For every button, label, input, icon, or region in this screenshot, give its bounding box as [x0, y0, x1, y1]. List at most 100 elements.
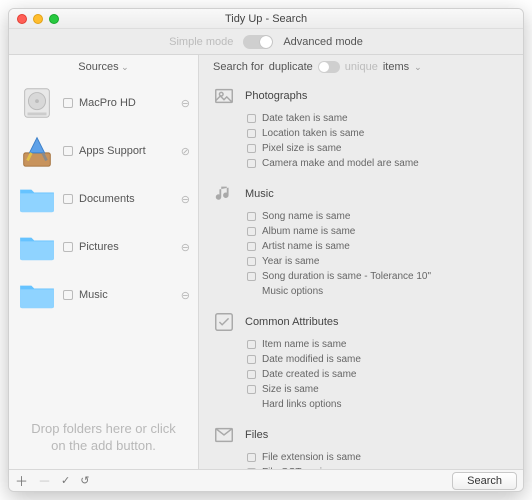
source-checkbox[interactable] [63, 98, 73, 108]
option-label: Hard links options [262, 399, 341, 410]
sources-list: MacPro HD⊖Apps Support⊘Documents⊖Picture… [9, 79, 198, 407]
option-label: Camera make and model are same [262, 158, 419, 169]
source-checkbox[interactable] [63, 194, 73, 204]
close-icon[interactable] [17, 14, 27, 24]
disclosure-icon[interactable]: ⊖ [181, 289, 190, 302]
source-item[interactable]: Documents⊖ [9, 175, 198, 223]
option-checkbox[interactable] [247, 340, 256, 349]
add-button[interactable]: ＋ [15, 471, 28, 490]
advanced-mode-label[interactable]: Advanced mode [283, 36, 363, 48]
option-checkbox[interactable] [247, 272, 256, 281]
criteria-option[interactable]: Size is same [247, 382, 523, 397]
search-for-line: Search for duplicate unique items ⌄ [199, 55, 523, 79]
criteria-option[interactable]: Date modified is same [247, 352, 523, 367]
option-checkbox[interactable] [247, 257, 256, 266]
file-icon [213, 424, 235, 446]
folder-icon [17, 275, 57, 315]
option-label: Size is same [262, 384, 319, 395]
option-label: Year is same [262, 256, 319, 267]
source-item[interactable]: MacPro HD⊖ [9, 79, 198, 127]
criteria-option[interactable]: Artist name is same [247, 239, 523, 254]
disclosure-icon[interactable]: ⊖ [181, 241, 190, 254]
criteria-option[interactable]: Year is same [247, 254, 523, 269]
option-checkbox[interactable] [247, 114, 256, 123]
folder-icon [17, 179, 57, 219]
remove-button[interactable]: － [38, 471, 51, 490]
app-window: Tidy Up - Search Simple mode Advanced mo… [8, 8, 524, 492]
option-label: Location taken is same [262, 128, 364, 139]
disclosure-icon[interactable]: ⊘ [181, 145, 190, 158]
option-label: Album name is same [262, 226, 355, 237]
option-label: File extension is same [262, 452, 361, 463]
mode-toggle[interactable] [243, 35, 273, 49]
option-checkbox[interactable] [247, 385, 256, 394]
drop-hint: Drop folders here or click on the add bu… [9, 407, 198, 469]
option-checkbox[interactable] [247, 129, 256, 138]
simple-mode-label[interactable]: Simple mode [169, 36, 233, 48]
option-checkbox[interactable] [247, 355, 256, 364]
option-label: Date created is same [262, 369, 357, 380]
search-button[interactable]: Search [452, 472, 517, 490]
reset-button[interactable]: ↺ [80, 474, 89, 487]
window-title: Tidy Up - Search [9, 13, 523, 25]
option-checkbox[interactable] [247, 453, 256, 462]
option-checkbox[interactable] [247, 227, 256, 236]
criteria-option[interactable]: Album name is same [247, 224, 523, 239]
section-header[interactable]: Files [213, 420, 523, 450]
option-checkbox[interactable] [247, 212, 256, 221]
criteria-option[interactable]: Pixel size is same [247, 141, 523, 156]
sources-header[interactable]: Sources ⌄ [9, 55, 198, 79]
source-checkbox[interactable] [63, 242, 73, 252]
sidebar: Sources ⌄ MacPro HD⊖Apps Support⊘Documen… [9, 55, 199, 469]
unique-label[interactable]: unique [345, 61, 378, 73]
source-label: Documents [79, 193, 181, 205]
disclosure-icon[interactable]: ⊖ [181, 97, 190, 110]
option-checkbox[interactable] [247, 144, 256, 153]
criteria-option[interactable]: Item name is same [247, 337, 523, 352]
criteria-panel: Search for duplicate unique items ⌄ Phot… [199, 55, 523, 469]
criteria-option[interactable]: Date taken is same [247, 111, 523, 126]
option-label: Item name is same [262, 339, 346, 350]
mode-bar: Simple mode Advanced mode [9, 29, 523, 55]
option-label: Date modified is same [262, 354, 361, 365]
duplicate-label[interactable]: duplicate [269, 61, 313, 73]
zoom-icon[interactable] [49, 14, 59, 24]
criteria-option[interactable]: Song duration is same - Tolerance 10" [247, 269, 523, 284]
minimize-icon[interactable] [33, 14, 43, 24]
option-label: Date taken is same [262, 113, 348, 124]
section-header[interactable]: Music [213, 179, 523, 209]
section-title: Music [245, 188, 274, 200]
criteria-option[interactable]: Hard links options [247, 397, 523, 412]
source-item[interactable]: Apps Support⊘ [9, 127, 198, 175]
option-label: Pixel size is same [262, 143, 341, 154]
source-label: Music [79, 289, 181, 301]
criteria-option[interactable]: Music options [247, 284, 523, 299]
criteria-option[interactable]: Camera make and model are same [247, 156, 523, 171]
source-checkbox[interactable] [63, 146, 73, 156]
section-header[interactable]: Photographs [213, 81, 523, 111]
folder-icon [17, 227, 57, 267]
option-checkbox[interactable] [247, 242, 256, 251]
source-item[interactable]: Music⊖ [9, 271, 198, 319]
criteria-option[interactable]: Date created is same [247, 367, 523, 382]
section-title: Common Attributes [245, 316, 339, 328]
duplicate-unique-toggle[interactable] [318, 61, 340, 73]
criteria-option[interactable]: Location taken is same [247, 126, 523, 141]
apps-icon [17, 131, 57, 171]
option-label: Song duration is same - Tolerance 10" [262, 271, 431, 282]
section-header[interactable]: Common Attributes [213, 307, 523, 337]
source-label: Apps Support [79, 145, 181, 157]
criteria-option[interactable]: File extension is same [247, 450, 523, 465]
option-checkbox[interactable] [247, 370, 256, 379]
criteria-option[interactable]: Song name is same [247, 209, 523, 224]
window-controls[interactable] [9, 14, 59, 24]
option-checkbox[interactable] [247, 159, 256, 168]
source-checkbox[interactable] [63, 290, 73, 300]
source-item[interactable]: Pictures⊖ [9, 223, 198, 271]
source-label: Pictures [79, 241, 181, 253]
disclosure-icon[interactable]: ⊖ [181, 193, 190, 206]
apply-button[interactable]: ✓ [61, 474, 70, 487]
check-icon [213, 311, 235, 333]
section-title: Files [245, 429, 268, 441]
section-title: Photographs [245, 90, 307, 102]
